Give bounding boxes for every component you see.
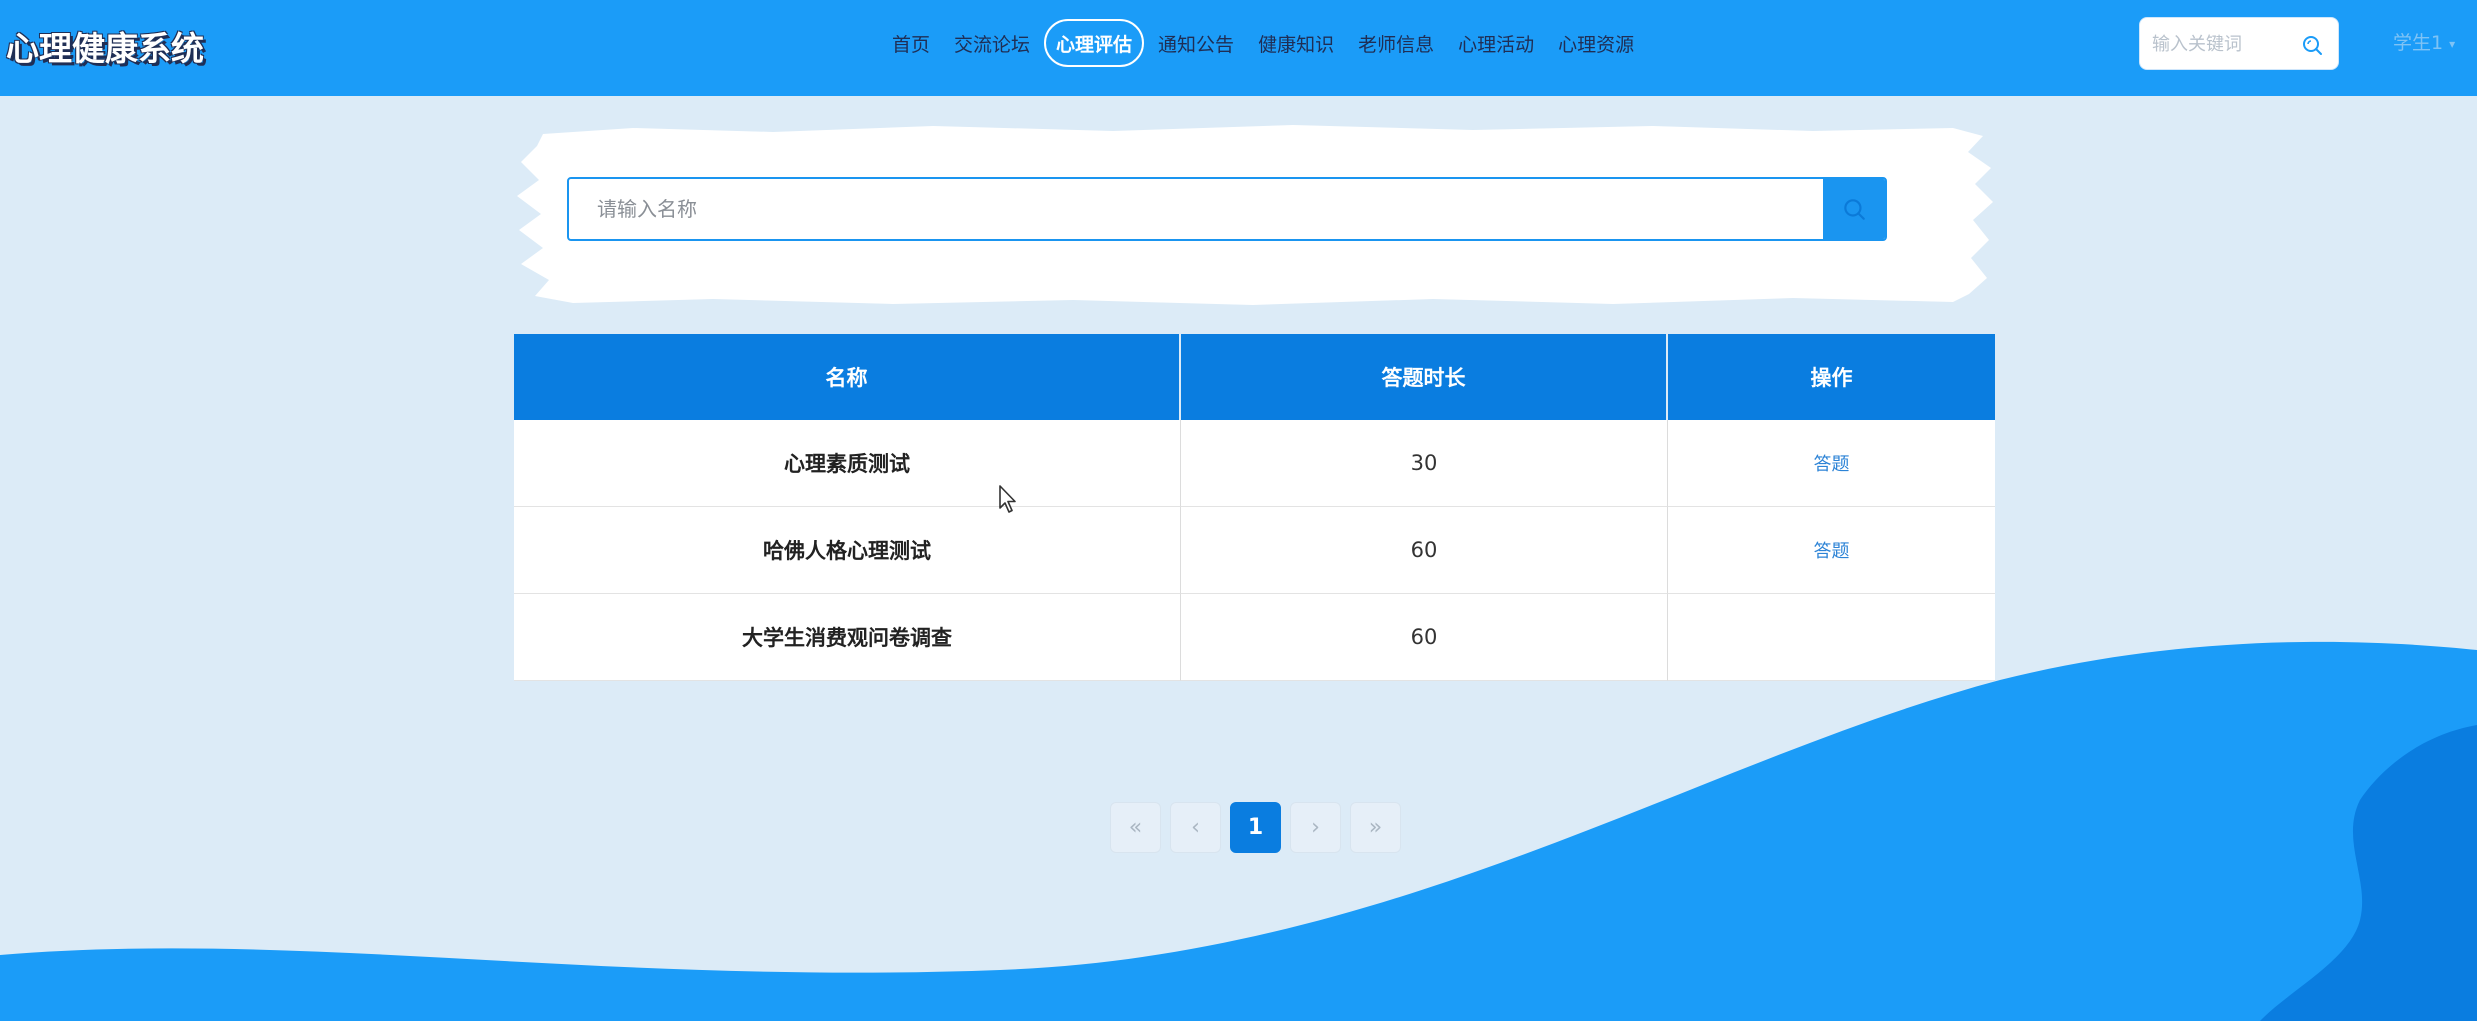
header-search-input[interactable] [2152,30,2292,58]
action-cell: 答题 [1668,507,1995,594]
nav-item-assessment[interactable]: 心理评估 [1044,19,1145,67]
table-row: 心理素质测试 30 答题 [514,420,1995,507]
prev-page-button[interactable]: ‹ [1170,802,1221,853]
table-header-row: 名称 答题时长 操作 [514,334,1995,420]
assessment-name: 心理素质测试 [514,420,1181,507]
name-search-input[interactable] [569,179,1829,239]
current-page-button[interactable]: 1 [1230,802,1281,853]
assessment-duration: 60 [1181,594,1668,681]
main-nav: 首页 交流论坛 心理评估 通知公告 健康知识 老师信息 心理活动 心理资源 [880,18,1646,68]
nav-item-home[interactable]: 首页 [880,19,942,67]
column-header-duration: 答题时长 [1181,334,1668,420]
site-title[interactable]: 心理健康系统 [6,22,204,70]
assessment-table: 名称 答题时长 操作 心理素质测试 30 答题 哈佛人格心理测试 60 答题 大… [514,334,1995,681]
assessment-name: 哈佛人格心理测试 [514,507,1181,594]
last-page-button[interactable]: » [1350,802,1401,853]
mouse-cursor-icon [999,485,1016,513]
search-icon[interactable] [2300,33,2324,57]
column-header-name: 名称 [514,334,1181,420]
answer-link[interactable]: 答题 [1814,541,1850,562]
name-search-box [567,177,1887,241]
assessment-duration: 30 [1181,420,1668,507]
top-header: 心理健康系统 首页 交流论坛 心理评估 通知公告 健康知识 老师信息 心理活动 … [0,0,2477,96]
nav-item-forum[interactable]: 交流论坛 [942,19,1042,67]
next-page-button[interactable]: › [1290,802,1341,853]
user-menu[interactable]: 学生1 ▾ [2393,28,2455,55]
table-row: 大学生消费观问卷调查 60 [514,594,1995,681]
nav-item-health-knowledge[interactable]: 健康知识 [1246,19,1346,67]
table-row: 哈佛人格心理测试 60 答题 [514,507,1995,594]
nav-item-resources[interactable]: 心理资源 [1546,19,1646,67]
chevron-down-icon: ▾ [2449,36,2456,51]
nav-item-notices[interactable]: 通知公告 [1146,19,1246,67]
first-page-button[interactable]: « [1110,802,1161,853]
user-name: 学生1 [2393,32,2444,54]
search-icon [1844,199,1865,220]
nav-item-activities[interactable]: 心理活动 [1446,19,1546,67]
assessment-name: 大学生消费观问卷调查 [514,594,1181,681]
search-button[interactable] [1823,179,1885,239]
nav-item-teachers[interactable]: 老师信息 [1346,19,1446,67]
action-cell: 答题 [1668,420,1995,507]
assessment-duration: 60 [1181,507,1668,594]
answer-link[interactable]: 答题 [1814,454,1850,475]
header-search-box [2139,17,2339,70]
action-cell [1668,594,1995,681]
column-header-action: 操作 [1668,334,1995,420]
pagination: « ‹ 1 › » [1110,802,1401,853]
